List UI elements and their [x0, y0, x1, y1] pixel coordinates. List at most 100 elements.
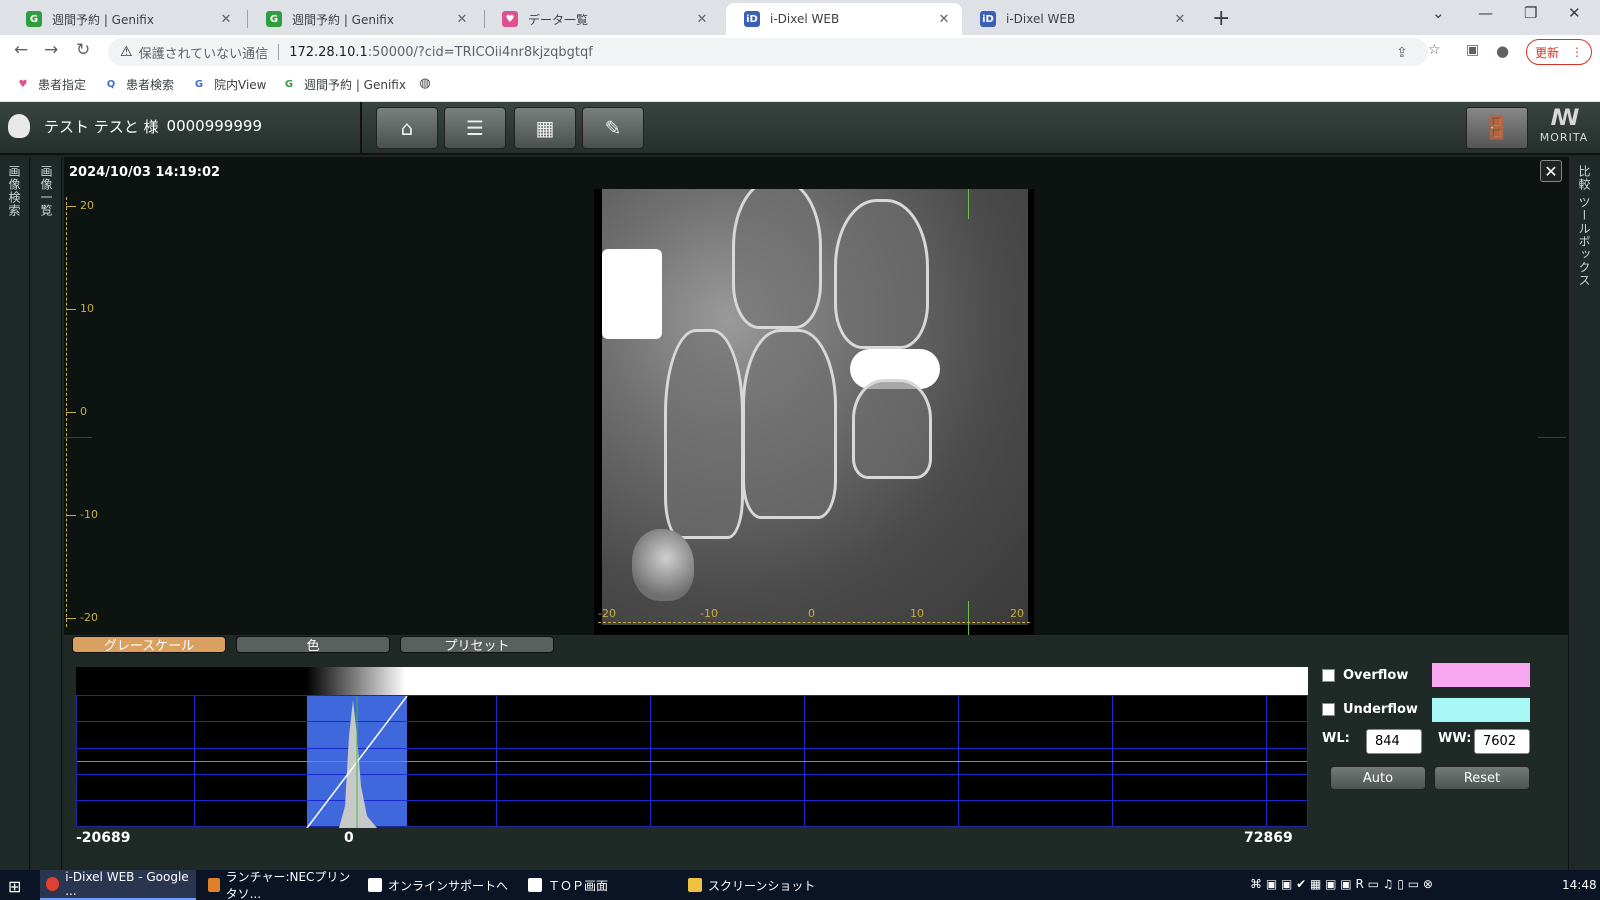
x-ruler-label: -10	[700, 607, 718, 620]
close-tab-icon[interactable]: ✕	[1172, 12, 1188, 27]
bookmark-star-icon[interactable]: ☆	[1428, 42, 1441, 58]
taskbar-item-label: オンラインサポートへ	[388, 878, 509, 893]
url-path: :50000/?cid=TRICOii4nr8kjzqbgtqf	[367, 44, 593, 60]
list-view-button[interactable]: ☰	[444, 107, 506, 149]
header-divider	[360, 102, 362, 155]
browser-tab[interactable]: G 週間予約 | Genifix ✕	[248, 3, 480, 35]
taskbar-item[interactable]: ランチャー:NECプリンタソ...	[202, 870, 358, 900]
underflow-checkbox[interactable]	[1322, 703, 1335, 716]
profile-icon[interactable]: ●	[1496, 42, 1509, 60]
bookmark-item[interactable]: G 院内View	[192, 76, 267, 93]
taskbar-item[interactable]: i-Dixel WEB - Google ...	[40, 870, 196, 900]
address-bar-row: ← → ↻ ⚠ 保護されていない通信 172.28.10.1 :50000/?c…	[0, 35, 1600, 68]
slice-position-line[interactable]	[968, 189, 969, 219]
restore-icon[interactable]: ❐	[1524, 4, 1537, 22]
y-ruler-label: 20	[80, 199, 94, 212]
taskbar-item-label: ランチャー:NECプリンタソ...	[225, 870, 351, 900]
ct-image-frame[interactable]: -20 -10 0 10 20	[594, 189, 1034, 635]
morita-logo-text: MORITA	[1539, 131, 1589, 144]
underflow-color-swatch[interactable]	[1432, 698, 1530, 722]
x-ruler-axis	[598, 622, 1030, 623]
back-icon[interactable]: ←	[14, 40, 28, 60]
omnibox[interactable]: ⚠ 保護されていない通信 172.28.10.1 :50000/?cid=TRI…	[108, 38, 1428, 66]
edit-button[interactable]: ✎	[582, 107, 644, 149]
side-panel-icon[interactable]: ▣	[1466, 42, 1479, 58]
ww-input[interactable]	[1474, 729, 1530, 754]
browser-tab[interactable]: iD i-Dixel WEB ✕	[962, 3, 1198, 35]
bookmark-item[interactable]: Q 患者検索	[104, 76, 174, 93]
home-icon: ⌂	[400, 116, 414, 140]
bookmark-item[interactable]: ♥ 患者指定	[16, 76, 87, 93]
tab-color[interactable]: 色	[236, 636, 390, 654]
forward-icon[interactable]: →	[44, 40, 58, 60]
compare-toolbox-strip[interactable]: 比較 ツールボックス	[1568, 157, 1600, 870]
launcher-icon	[208, 878, 220, 892]
new-tab-icon[interactable]: +	[1212, 6, 1230, 31]
image-search-strip[interactable]: 画像検索	[0, 157, 30, 870]
window-close-icon[interactable]: ✕	[1568, 4, 1581, 22]
windows-start-icon[interactable]: ⊞	[8, 877, 21, 896]
minimize-icon[interactable]: —	[1478, 4, 1493, 22]
search-icon: Q	[106, 79, 116, 90]
browser-tab-active[interactable]: iD i-Dixel WEB ✕	[726, 3, 962, 35]
histogram-max-label: 72869	[1244, 830, 1293, 846]
y-ruler-label: -20	[80, 611, 98, 624]
tab-search-icon[interactable]: ⌄	[1432, 4, 1445, 22]
image-search-label: 画像検索	[7, 165, 21, 217]
taskbar-item[interactable]: オンラインサポートへ	[362, 870, 518, 900]
overflow-label: Overflow	[1343, 668, 1409, 683]
auto-button[interactable]: Auto	[1330, 766, 1426, 790]
folder-icon	[688, 878, 702, 892]
close-tab-icon[interactable]: ✕	[694, 12, 710, 27]
y-ruler-tick	[66, 412, 76, 413]
tooth-shape	[742, 329, 837, 519]
image-list-strip[interactable]: 画像一覧	[32, 157, 62, 870]
close-tab-icon[interactable]: ✕	[218, 12, 234, 27]
system-clock[interactable]: 14:48	[1562, 878, 1597, 892]
close-tab-icon[interactable]: ✕	[936, 12, 952, 27]
ct-slice-image[interactable]	[602, 189, 1028, 625]
tab-title: 週間予約 | Genifix	[292, 12, 394, 27]
overflow-row: Overflow	[1322, 668, 1408, 683]
image-viewer[interactable]: 2024/10/03 14:19:02 ✕ 20 10 0 -10 -20 -2…	[64, 157, 1568, 635]
idixel-favicon-icon: iD	[744, 11, 760, 27]
underflow-label: Underflow	[1343, 702, 1418, 717]
globe-icon: ◍	[419, 75, 431, 91]
genifix-icon: G	[284, 79, 294, 90]
overflow-checkbox[interactable]	[1322, 669, 1335, 682]
histogram-chart[interactable]	[76, 695, 1308, 828]
wl-input[interactable]	[1366, 729, 1422, 754]
tray-icons[interactable]: ⌘ ▣ ▣ ✔ ▦ ▣ ▣ R ▭ ♫ ▯ ▭ ⊗	[1250, 877, 1433, 891]
tab-title: 週間予約 | Genifix	[52, 12, 154, 27]
warning-icon[interactable]: ⚠	[120, 44, 133, 60]
wl-label: WL:	[1322, 731, 1350, 746]
home-button[interactable]: ⌂	[376, 107, 438, 149]
right-slice-marker[interactable]	[1538, 437, 1566, 438]
histogram-curve	[339, 700, 377, 828]
overflow-color-swatch[interactable]	[1432, 663, 1530, 687]
tab-preset[interactable]: プリセット	[400, 636, 554, 654]
security-label[interactable]: 保護されていない通信	[139, 43, 269, 62]
taskbar-item[interactable]: ＴＯＰ画面	[522, 870, 678, 900]
omnibox-divider	[278, 44, 280, 60]
slice-position-line[interactable]	[968, 601, 969, 635]
bookmark-item[interactable]: ◍	[418, 75, 440, 91]
y-ruler-tick	[66, 309, 76, 310]
share-icon[interactable]: ⇪	[1396, 45, 1408, 61]
update-button[interactable]: 更新 ⋮	[1526, 39, 1592, 65]
reset-button[interactable]: Reset	[1434, 766, 1530, 790]
tab-grayscale[interactable]: グレースケール	[72, 636, 226, 654]
patient-info: テスト テスと 様 0000999999	[8, 114, 262, 138]
taskbar-item[interactable]: スクリーンショット	[682, 870, 838, 900]
reload-icon[interactable]: ↻	[76, 40, 90, 60]
app-header: テスト テスと 様 0000999999 ⌂ ☰ ▦ ✎ 🚪 ꟿ MORITA	[0, 102, 1600, 155]
grid-view-button[interactable]: ▦	[514, 107, 576, 149]
close-viewer-icon[interactable]: ✕	[1540, 160, 1562, 182]
bookmark-item[interactable]: G 週間予約 | Genifix	[282, 76, 406, 93]
tab-title: i-Dixel WEB	[770, 12, 840, 26]
browser-tab[interactable]: ♥ データ一覧 ✕	[484, 3, 720, 35]
close-tab-icon[interactable]: ✕	[454, 12, 470, 27]
left-slice-marker[interactable]	[64, 437, 92, 438]
browser-tab[interactable]: G 週間予約 | Genifix ✕	[8, 3, 244, 35]
exit-button[interactable]: 🚪	[1466, 107, 1528, 149]
